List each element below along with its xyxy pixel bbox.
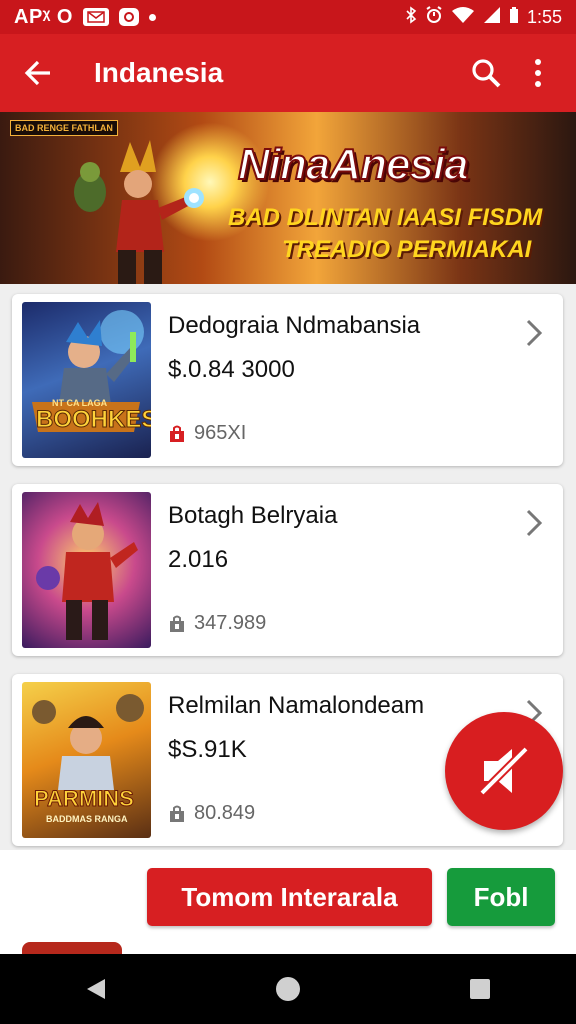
item-price: $.0.84 3000 xyxy=(168,356,295,383)
app-bar: Indanesia xyxy=(0,34,576,112)
back-button[interactable] xyxy=(18,53,58,93)
bag-icon xyxy=(170,615,184,632)
item-meta: 347.989 xyxy=(168,612,266,635)
thumbnail-sub: BADDMAS RANGA xyxy=(46,814,128,824)
dot-icon xyxy=(148,13,156,21)
banner-hero-art xyxy=(74,140,204,284)
status-right: 1:55 xyxy=(405,5,562,29)
circle-app-icon xyxy=(118,8,139,26)
item-meta-value: 347.989 xyxy=(194,612,267,634)
nav-back-button[interactable] xyxy=(71,964,121,1014)
bag-icon xyxy=(170,805,184,822)
item-name: Relmilan Namalondeam xyxy=(168,692,425,719)
banner-subtitle-2: TREADIO PERMIAKAI xyxy=(282,236,532,263)
item-meta-value: 965XI xyxy=(194,422,247,444)
nav-home-button[interactable] xyxy=(263,964,313,1014)
item-name: Botagh Belryaia xyxy=(168,502,338,529)
signal-icon xyxy=(483,6,501,29)
primary-action-button[interactable]: Tomom Interarala xyxy=(147,868,432,926)
item-meta-value: 80.849 xyxy=(194,802,256,824)
chevron-right-icon[interactable] xyxy=(525,318,543,348)
bottom-action-bar: Tomom Interarala Fobl xyxy=(0,850,576,956)
status-app-label: APᵡ O xyxy=(14,5,73,28)
wifi-icon xyxy=(451,6,475,29)
status-bar: APᵡ O 1:55 xyxy=(0,0,576,34)
nav-home-icon xyxy=(276,977,300,1001)
page-title: Indanesia xyxy=(94,57,224,88)
secondary-action-button[interactable]: Fobl xyxy=(447,868,555,926)
thumbnail-title: PARMINS xyxy=(34,786,135,812)
item-thumbnail: NT CA LAGA BOOHKES xyxy=(22,302,151,458)
nav-recents-icon xyxy=(470,979,490,999)
thumbnail-art xyxy=(32,310,144,432)
nav-back-icon xyxy=(87,979,105,999)
search-button[interactable] xyxy=(466,53,506,93)
mute-fab-button[interactable] xyxy=(445,712,563,830)
item-thumbnail: PARMINS BADDMAS RANGA xyxy=(22,682,151,838)
banner-subtitle-1: BAD DLINTAN IAASI FISDM xyxy=(228,204,543,231)
thumbnail-art xyxy=(36,502,138,640)
item-name: Dedograia Ndmabansia xyxy=(168,312,421,339)
alarm-icon xyxy=(425,5,443,29)
mute-icon xyxy=(479,746,529,796)
promo-banner[interactable]: BAD RENGE FATHLAN NinaAnesia BAD DLINTAN… xyxy=(0,112,576,284)
thumbnail-title: BOOHKES xyxy=(35,406,151,434)
item-thumbnail xyxy=(22,492,151,648)
battery-icon xyxy=(509,6,519,29)
chevron-right-icon[interactable] xyxy=(525,508,543,538)
red-bag-icon xyxy=(170,425,184,442)
banner-title: NinaAnesia xyxy=(237,139,470,190)
search-icon xyxy=(472,59,501,88)
item-price: $S.91K xyxy=(168,736,247,763)
mail-icon xyxy=(82,8,109,26)
item-price: 2.016 xyxy=(168,546,229,573)
overflow-menu-button[interactable] xyxy=(518,53,558,93)
status-left: APᵡ O xyxy=(14,6,156,29)
item-meta: 965XI xyxy=(168,422,246,445)
nav-recents-button[interactable] xyxy=(455,964,505,1014)
arrow-back-icon xyxy=(24,60,50,86)
bluetooth-icon xyxy=(405,5,417,29)
system-nav-bar xyxy=(0,954,576,1024)
status-time: 1:55 xyxy=(526,6,562,27)
list-item[interactable]: Botagh Belryaia 2.016 347.989 xyxy=(12,484,563,656)
item-meta: 80.849 xyxy=(168,802,255,825)
more-vert-icon xyxy=(535,59,541,87)
list-item[interactable]: NT CA LAGA BOOHKES Dedograia Ndmabansia … xyxy=(12,294,563,466)
